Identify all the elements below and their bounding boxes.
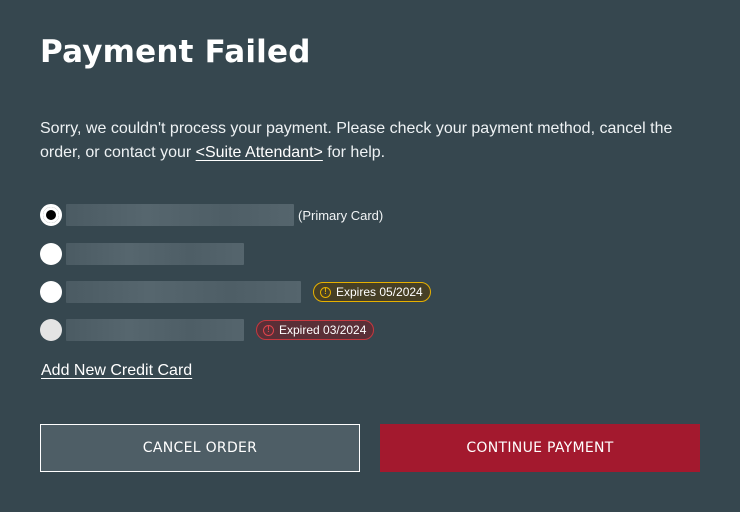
masked-card-number bbox=[66, 243, 244, 265]
continue-payment-button[interactable]: CONTINUE PAYMENT bbox=[380, 424, 700, 472]
expired-badge: ! Expired 03/2024 bbox=[256, 320, 375, 340]
card-radio-1[interactable] bbox=[40, 204, 62, 226]
continue-payment-label: CONTINUE PAYMENT bbox=[466, 440, 614, 456]
card-radio-3[interactable] bbox=[40, 281, 62, 303]
card-radio-2[interactable] bbox=[40, 243, 62, 265]
card-option-3[interactable]: ! Expires 05/2024 bbox=[40, 280, 431, 304]
masked-card-number bbox=[66, 319, 244, 341]
masked-card-number bbox=[66, 204, 294, 226]
masked-card-number bbox=[66, 281, 301, 303]
card-option-1[interactable]: (Primary Card) bbox=[40, 203, 383, 227]
cancel-order-label: CANCEL ORDER bbox=[142, 440, 258, 456]
info-icon: ! bbox=[320, 286, 331, 298]
error-message-text-end: for help. bbox=[322, 144, 386, 161]
add-new-credit-card-link[interactable]: Add New Credit Card bbox=[41, 362, 192, 380]
expired-text: Expired 03/2024 bbox=[279, 323, 367, 337]
cancel-order-button[interactable]: CANCEL ORDER bbox=[40, 424, 360, 472]
card-option-4: ! Expired 03/2024 bbox=[40, 318, 375, 342]
primary-card-label: (Primary Card) bbox=[298, 207, 384, 223]
card-radio-4 bbox=[40, 319, 62, 341]
error-message: Sorry, we couldn't process your payment.… bbox=[40, 117, 710, 165]
expires-soon-badge: ! Expires 05/2024 bbox=[313, 282, 431, 302]
suite-attendant-link[interactable]: <Suite Attendant> bbox=[196, 144, 323, 161]
card-option-2[interactable] bbox=[40, 242, 244, 266]
info-icon: ! bbox=[263, 324, 274, 336]
expires-soon-text: Expires 05/2024 bbox=[336, 285, 423, 299]
page-title: Payment Failed bbox=[40, 34, 311, 70]
